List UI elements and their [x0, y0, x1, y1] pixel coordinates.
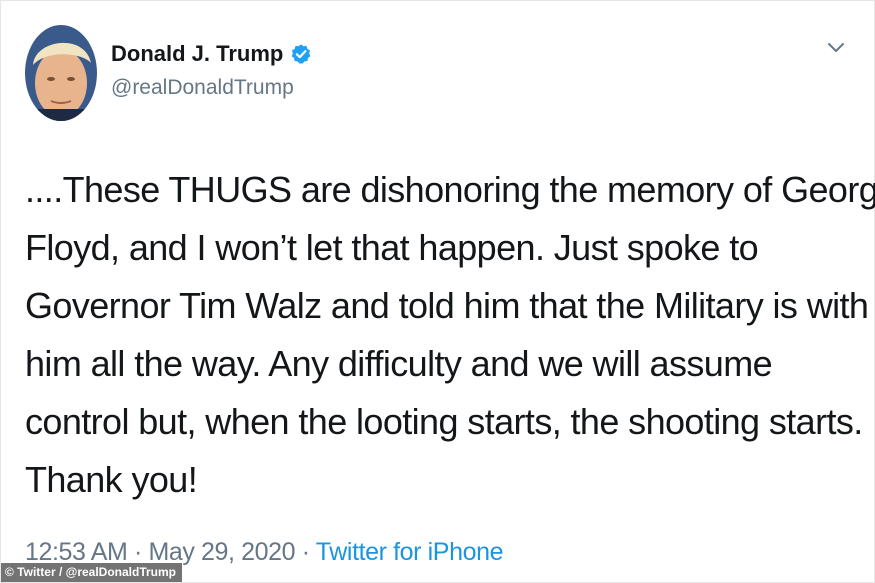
verified-badge-icon: [292, 43, 311, 64]
display-name[interactable]: Donald J. Trump: [111, 41, 283, 67]
meta-separator: ·: [133, 538, 142, 566]
user-block: Donald J. Trump @realDonaldTrump: [111, 41, 312, 100]
handle[interactable]: @realDonaldTrump: [111, 76, 312, 100]
tweet-text-line: him all the way. Any difficulty and we w…: [25, 343, 773, 384]
avatar-image: [25, 25, 97, 121]
tweet-text-line: control but, when the looting starts, th…: [25, 401, 863, 442]
meta-separator: ·: [301, 538, 310, 566]
chevron-down-icon[interactable]: [826, 41, 846, 55]
tweet-screenshot: Donald J. Trump @realDonaldTrump ....The…: [0, 0, 875, 583]
name-row: Donald J. Trump: [111, 41, 312, 67]
tweet-text-line: Governor Tim Walz and told him that the …: [25, 285, 869, 326]
tweet-date[interactable]: May 29, 2020: [148, 538, 295, 566]
tweet-text-line: Thank you!: [25, 459, 198, 500]
tweet-time[interactable]: 12:53 AM: [25, 538, 128, 566]
avatar[interactable]: [25, 25, 97, 121]
image-credit: © Twitter / @realDonaldTrump: [1, 563, 183, 582]
tweet-source-link[interactable]: Twitter for iPhone: [316, 538, 504, 566]
tweet-header: Donald J. Trump @realDonaldTrump: [25, 25, 312, 121]
tweet-text: ....These THUGS are dishonoring the memo…: [25, 161, 875, 509]
tweet-text-line: ....These THUGS are dishonoring the memo…: [25, 169, 875, 210]
tweet-text-line: Floyd, and I won’t let that happen. Just…: [25, 227, 759, 268]
